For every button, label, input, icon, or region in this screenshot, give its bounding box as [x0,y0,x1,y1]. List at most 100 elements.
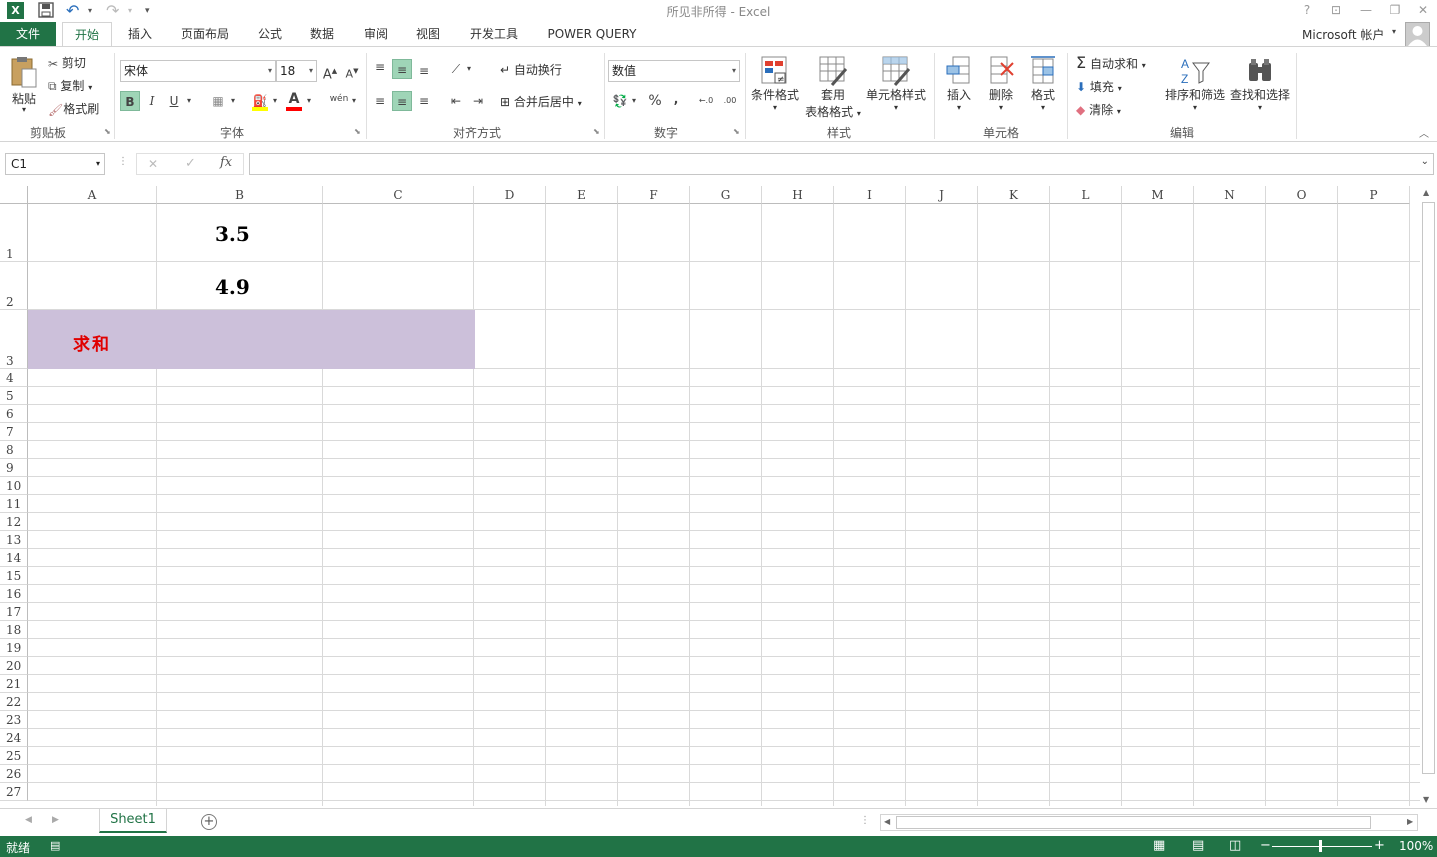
row-header-14[interactable]: 14 [0,549,28,567]
name-box[interactable]: C1 ▾ [5,153,105,175]
column-header-f[interactable]: F [618,186,690,204]
tab-review[interactable]: 审阅 [356,22,396,47]
clear-dropdown-icon[interactable]: ▾ [1117,107,1121,116]
border-dropdown-icon[interactable]: ▾ [231,96,235,105]
grow-font-button[interactable]: A▲ [320,61,340,82]
row-header-13[interactable]: 13 [0,531,28,549]
tab-page-layout[interactable]: 页面布局 [172,22,238,47]
new-sheet-button[interactable]: + [201,814,217,830]
orientation-button[interactable]: ⟋ [446,59,466,79]
align-center-button[interactable]: ≡ [392,91,412,111]
row-header-11[interactable]: 11 [0,495,28,513]
align-right-button[interactable]: ≡ [414,91,434,111]
format-cells-dropdown-icon[interactable]: ▾ [1024,103,1062,112]
tab-insert[interactable]: 插入 [118,22,162,47]
row-header-9[interactable]: 9 [0,459,28,477]
shrink-font-button[interactable]: A▼ [342,61,362,81]
next-sheet-icon[interactable]: ▶ [52,815,59,825]
font-size-combo[interactable]: 18 ▾ [276,60,317,82]
format-as-table-button[interactable]: 套用 表格格式 ▾ [803,55,863,120]
tab-formulas[interactable]: 公式 [250,22,290,47]
zoom-slider-thumb[interactable] [1319,840,1322,852]
expand-formula-icon[interactable]: ⌄ [1421,156,1429,167]
phonetic-button[interactable]: wén [328,89,350,109]
page-break-view-icon[interactable]: ◫ [1229,838,1241,853]
row-header-18[interactable]: 18 [0,621,28,639]
tab-split-grip-icon[interactable]: ⋮ [860,815,870,826]
alignment-launcher-icon[interactable]: ⬊ [593,127,600,136]
number-format-combo[interactable]: 数值 ▾ [608,60,740,82]
scroll-right-icon[interactable]: ▶ [1407,817,1413,826]
column-header-m[interactable]: M [1122,186,1194,204]
customize-quick-access-icon[interactable]: ▾ [145,2,150,20]
row-header-15[interactable]: 15 [0,567,28,585]
column-header-j[interactable]: J [906,186,978,204]
decrease-indent-button[interactable]: ⇤ [446,91,466,111]
underline-button[interactable]: U [164,91,184,111]
zoom-in-button[interactable]: + [1374,838,1385,853]
autosum-button[interactable]: Σ 自动求和 ▾ [1076,53,1146,72]
row-header-25[interactable]: 25 [0,747,28,765]
phonetic-dropdown-icon[interactable]: ▾ [352,96,356,105]
column-header-n[interactable]: N [1194,186,1266,204]
tab-home[interactable]: 开始 [62,22,112,47]
cell-styles-dropdown-icon[interactable]: ▾ [866,103,926,112]
column-header-o[interactable]: O [1266,186,1338,204]
delete-cells-button[interactable]: 删除 ▾ [982,55,1020,112]
row-header-1[interactable]: 1 [0,204,28,262]
row-header-20[interactable]: 20 [0,657,28,675]
page-layout-view-icon[interactable]: ▤ [1192,838,1204,853]
column-header-p[interactable]: P [1338,186,1410,204]
row-header-24[interactable]: 24 [0,729,28,747]
orientation-dropdown-icon[interactable]: ▾ [467,64,471,73]
column-header-a[interactable]: A [28,186,157,204]
row-header-22[interactable]: 22 [0,693,28,711]
redo-dropdown-icon[interactable]: ▾ [128,2,132,20]
font-name-dropdown-icon[interactable]: ▾ [268,61,272,81]
insert-cells-dropdown-icon[interactable]: ▾ [940,103,978,112]
row-header-21[interactable]: 21 [0,675,28,693]
font-size-dropdown-icon[interactable]: ▾ [309,61,313,81]
formula-input[interactable]: ⌄ [249,153,1434,175]
fill-dropdown-icon[interactable]: ▾ [1118,84,1122,93]
decrease-decimal-button[interactable]: .00 [720,91,740,111]
enter-icon[interactable]: ✓ [185,156,196,171]
sort-filter-button[interactable]: AZ 排序和筛选 ▾ [1164,55,1226,112]
help-icon[interactable]: ? [1297,1,1317,19]
row-header-7[interactable]: 7 [0,423,28,441]
normal-view-icon[interactable]: ▦ [1153,838,1165,853]
row-header-4[interactable]: 4 [0,369,28,387]
font-color-dropdown-icon[interactable]: ▾ [307,96,311,105]
restore-icon[interactable]: ❐ [1385,1,1405,19]
accounting-format-button[interactable]: 💱 [610,91,630,111]
macro-record-icon[interactable]: ▤ [50,839,60,852]
column-header-e[interactable]: E [546,186,618,204]
prev-sheet-icon[interactable]: ◀ [25,815,32,825]
fill-color-dropdown-icon[interactable]: ▾ [273,96,277,105]
italic-button[interactable]: I [142,91,162,111]
cell-b2[interactable]: 4.9 [215,275,250,299]
scroll-down-icon[interactable]: ▼ [1423,795,1429,804]
row-header-27[interactable]: 27 [0,783,28,801]
ribbon-display-icon[interactable]: ⊡ [1326,1,1346,19]
save-icon[interactable] [38,2,54,20]
zoom-level[interactable]: 100% [1399,839,1433,853]
avatar[interactable] [1405,22,1430,47]
insert-cells-button[interactable]: 插入 ▾ [940,55,978,112]
insert-function-icon[interactable]: fx [220,155,232,170]
undo-icon[interactable]: ↶ [66,2,79,20]
number-launcher-icon[interactable]: ⬊ [733,127,740,136]
font-launcher-icon[interactable]: ⬊ [354,127,361,136]
sort-filter-dropdown-icon[interactable]: ▾ [1164,103,1226,112]
font-name-combo[interactable]: 宋体 ▾ [120,60,276,82]
vertical-scroll-thumb[interactable] [1422,202,1435,774]
find-select-button[interactable]: 查找和选择 ▾ [1230,55,1290,112]
align-middle-button[interactable]: ≡ [392,59,412,79]
font-color-button[interactable]: A [284,89,304,111]
row-header-6[interactable]: 6 [0,405,28,423]
cut-button[interactable]: ✂ 剪切 [48,54,86,71]
merged-cell-a3-c3[interactable]: 求和 [28,310,475,369]
bold-button[interactable]: B [120,91,140,111]
row-header-10[interactable]: 10 [0,477,28,495]
select-all-corner[interactable] [0,186,28,204]
